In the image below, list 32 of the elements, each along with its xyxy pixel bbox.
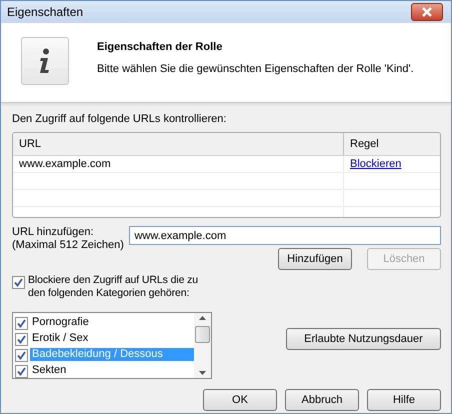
checkbox-label: Blockiere den Zugriff auf URLs die zu den folgenden Kategorien gehören: xyxy=(28,274,200,300)
usage-time-button[interactable]: Erlaubte Nutzungsdauer xyxy=(286,328,441,350)
checkbox[interactable] xyxy=(15,316,28,330)
checkbox[interactable] xyxy=(15,332,28,346)
action-button[interactable]: Hinzufügen xyxy=(278,248,352,270)
list-item[interactable]: Sekten xyxy=(30,364,194,376)
checkbox[interactable] xyxy=(15,364,28,378)
field-label: URL hinzufügen: xyxy=(12,226,95,239)
checkbox[interactable] xyxy=(15,348,28,362)
header-title: Eigenschaften der Rolle xyxy=(97,41,224,54)
dialog-button[interactable]: Abbruch xyxy=(285,389,359,411)
scroll-down-icon[interactable] xyxy=(199,371,206,375)
column-header[interactable]: URL xyxy=(13,133,343,156)
dialog-button[interactable]: OK xyxy=(203,389,277,411)
list-item[interactable]: Pornografie xyxy=(30,316,194,328)
table-cell: www.example.com xyxy=(19,158,111,170)
checkbox[interactable] xyxy=(12,276,25,289)
list-item[interactable]: Erotik / Sex xyxy=(30,332,194,344)
header-text: Bitte wählen Sie die gewünschten Eigenschaften der Rolle 'Kind'. xyxy=(97,63,414,76)
close-button[interactable] xyxy=(411,3,443,21)
info-icon xyxy=(21,37,69,85)
rule-link[interactable]: Blockieren xyxy=(350,158,402,170)
close-icon xyxy=(421,7,433,17)
url-input-field[interactable]: www.example.com xyxy=(129,226,441,245)
column-header[interactable]: Regel xyxy=(343,133,440,156)
window-title: Eigenschaften xyxy=(7,6,84,18)
scroll-up-icon[interactable] xyxy=(199,316,206,320)
section-label: Den Zugriff auf folgende URLs kontrollieren: xyxy=(12,113,228,126)
dialog-button[interactable]: Hilfe xyxy=(367,389,441,411)
scrollbar[interactable] xyxy=(194,313,211,378)
scroll-thumb[interactable] xyxy=(195,326,210,343)
field-hint: (Maximal 512 Zeichen) xyxy=(12,239,125,252)
